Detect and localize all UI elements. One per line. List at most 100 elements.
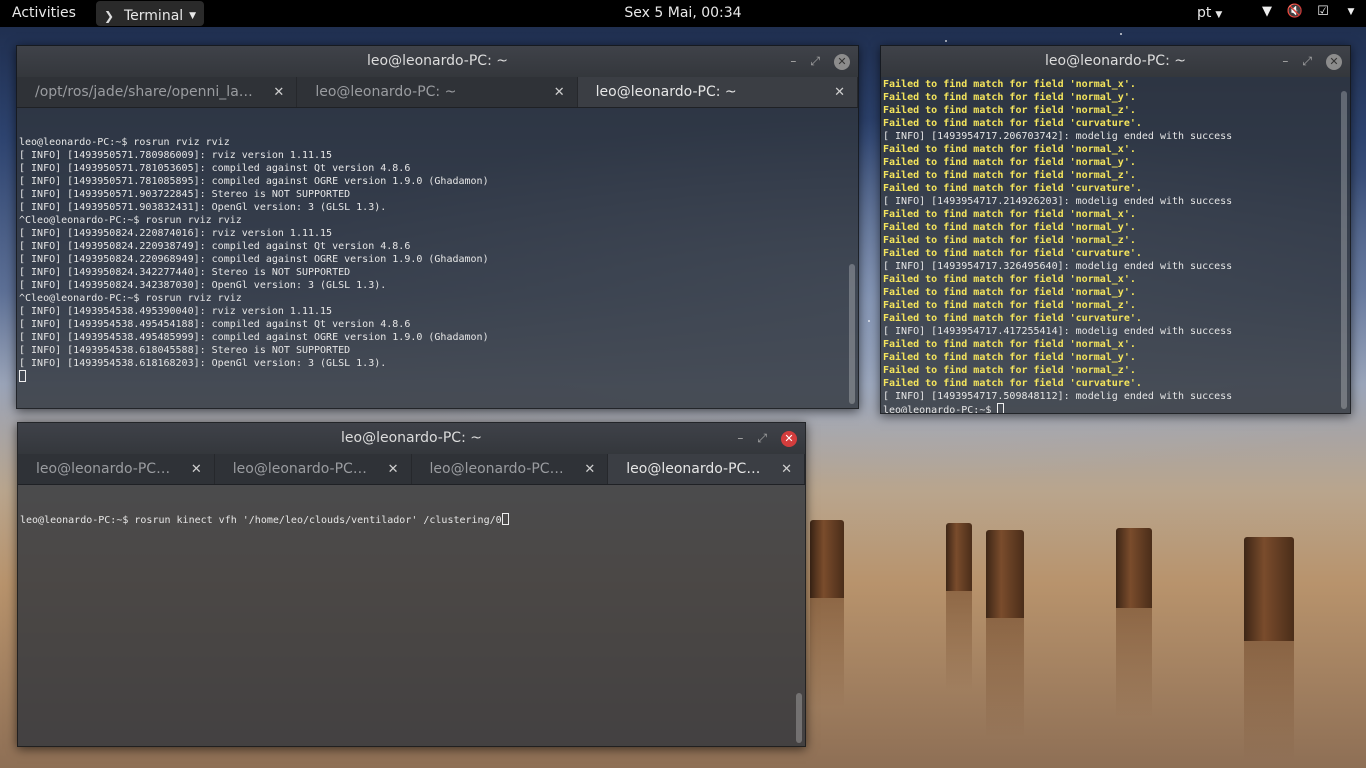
pier-reflection bbox=[1244, 641, 1294, 761]
terminal-line: ^Cleo@leonardo-PC:~$ rosrun rviz rviz bbox=[19, 293, 242, 304]
clipboard-check-icon: ☑ bbox=[1317, 4, 1329, 19]
terminal-line: [ INFO] [1493950824.342277440]: Stereo i… bbox=[19, 267, 351, 278]
tab-terminal-2[interactable]: leo@leonardo-PC: ~ ✕ bbox=[215, 454, 412, 484]
scrollbar[interactable] bbox=[849, 264, 855, 404]
terminal-output[interactable]: leo@leonardo-PC:~$ rosrun kinect vfh '/h… bbox=[18, 485, 805, 745]
terminal-line: [ INFO] [1493954717.417255414]: modelig … bbox=[883, 326, 1233, 337]
terminal-line: Failed to find match for field 'normal_z… bbox=[883, 170, 1136, 181]
scrollbar[interactable] bbox=[796, 693, 802, 743]
tab-label: leo@leonardo-PC: ~ bbox=[626, 461, 764, 477]
minimize-button[interactable]: – bbox=[737, 423, 743, 454]
tab-label: leo@leonardo-PC: ~ bbox=[315, 84, 457, 100]
terminal-line: Failed to find match for field 'normal_y… bbox=[883, 157, 1136, 168]
minimize-button[interactable]: – bbox=[790, 46, 796, 77]
system-tray[interactable]: ▼ 🔇 ☑ ▼ bbox=[1258, 4, 1360, 20]
pier-post bbox=[1116, 528, 1152, 608]
close-tab-icon[interactable]: ✕ bbox=[388, 454, 399, 484]
window-titlebar[interactable]: leo@leonardo-PC: ~ – ⤢ ✕ bbox=[17, 46, 858, 77]
terminal-line: [ INFO] [1493950824.220938749]: compiled… bbox=[19, 241, 411, 252]
terminal-line: [ INFO] [1493950571.781053605]: compiled… bbox=[19, 163, 411, 174]
terminal-prompt-line: leo@leonardo-PC:~$ bbox=[883, 403, 1348, 413]
minimize-button[interactable]: – bbox=[1282, 46, 1288, 77]
terminal-line: Failed to find match for field 'normal_x… bbox=[883, 209, 1136, 220]
terminal-line: Failed to find match for field 'curvatur… bbox=[883, 183, 1142, 194]
tab-terminal-4[interactable]: leo@leonardo-PC: ~ ✕ bbox=[608, 454, 805, 484]
close-tab-icon[interactable]: ✕ bbox=[191, 454, 202, 484]
window-title: leo@leonardo-PC: ~ bbox=[367, 53, 508, 69]
language-menu[interactable]: pt ▼ bbox=[1197, 5, 1222, 21]
terminal-line: [ INFO] [1493950824.220874016]: rviz ver… bbox=[19, 228, 333, 239]
tab-label: leo@leonardo-PC: ~ bbox=[429, 461, 568, 477]
tab-terminal-1[interactable]: leo@leonardo-PC: ~ ✕ bbox=[18, 454, 215, 484]
chevron-down-icon: ▼ bbox=[1215, 10, 1223, 20]
maximize-button[interactable]: ⤢ bbox=[810, 46, 820, 77]
terminal-line: ^Cleo@leonardo-PC:~$ rosrun rviz rviz bbox=[19, 215, 242, 226]
terminal-window-kinect[interactable]: leo@leonardo-PC: ~ – ⤢ ✕ leo@leonardo-PC… bbox=[17, 422, 806, 747]
pier-post bbox=[810, 520, 844, 598]
star bbox=[868, 320, 870, 322]
pier-post bbox=[986, 530, 1024, 618]
tab-label: /opt/ros/jade/share/openni_launc… bbox=[35, 84, 257, 100]
close-tab-icon[interactable]: ✕ bbox=[781, 454, 792, 484]
window-titlebar[interactable]: leo@leonardo-PC: ~ – ⤢ ✕ bbox=[18, 423, 805, 454]
close-button[interactable]: ✕ bbox=[834, 53, 850, 70]
app-menu-label: Terminal bbox=[124, 7, 184, 24]
terminal-line: Failed to find match for field 'normal_y… bbox=[883, 92, 1136, 103]
terminal-line: [ INFO] [1493950824.220968949]: compiled… bbox=[19, 254, 489, 265]
app-menu-button[interactable]: ❯ Terminal ▼ bbox=[96, 1, 205, 26]
terminal-line: [ INFO] [1493954717.214926203]: modelig … bbox=[883, 196, 1233, 207]
pier-post bbox=[946, 523, 972, 591]
terminal-line: [ INFO] [1493954717.509848112]: modelig … bbox=[883, 391, 1233, 402]
window-titlebar[interactable]: leo@leonardo-PC: ~ – ⤢ ✕ bbox=[881, 46, 1350, 77]
terminal-line: [ INFO] [1493954717.206703742]: modelig … bbox=[883, 131, 1233, 142]
terminal-prompt: leo@leonardo-PC:~$ bbox=[883, 405, 998, 413]
terminal-output[interactable]: leo@leonardo-PC:~$ rosrun rviz rviz [ INF… bbox=[17, 108, 858, 408]
maximize-button[interactable]: ⤢ bbox=[1302, 46, 1312, 77]
top-bar: Activities ❯ Terminal ▼ Sex 5 Mai, 00:34… bbox=[0, 0, 1366, 27]
text-cursor bbox=[19, 370, 26, 382]
tab-terminal-3[interactable]: leo@leonardo-PC: ~ ✕ bbox=[412, 454, 609, 484]
terminal-output[interactable]: Failed to find match for field 'normal_x… bbox=[881, 77, 1350, 413]
activities-button[interactable]: Activities bbox=[12, 5, 76, 21]
close-tab-icon[interactable]: ✕ bbox=[273, 77, 284, 107]
chevron-down-icon: ▼ bbox=[189, 10, 197, 21]
close-tab-icon[interactable]: ✕ bbox=[834, 77, 845, 107]
tab-bar: /opt/ros/jade/share/openni_launc… ✕ leo@l… bbox=[17, 77, 858, 108]
terminal-line: Failed to find match for field 'normal_z… bbox=[883, 235, 1136, 246]
maximize-button[interactable]: ⤢ bbox=[757, 423, 767, 454]
terminal-line: [ INFO] [1493954538.495485999]: compiled… bbox=[19, 332, 489, 343]
tab-label: leo@leonardo-PC: ~ bbox=[36, 461, 174, 477]
terminal-line: Failed to find match for field 'curvatur… bbox=[883, 248, 1142, 259]
terminal-line: Failed to find match for field 'normal_x… bbox=[883, 274, 1136, 285]
terminal-line: [ INFO] [1493954538.495390040]: rviz ver… bbox=[19, 306, 333, 317]
star bbox=[945, 40, 947, 42]
terminal-line: Failed to find match for field 'normal_z… bbox=[883, 365, 1136, 376]
terminal-line: [ INFO] [1493954538.495454188]: compiled… bbox=[19, 319, 411, 330]
chevron-down-icon: ▼ bbox=[1347, 7, 1355, 17]
terminal-line: [ INFO] [1493954538.618168203]: OpenGl v… bbox=[19, 358, 387, 369]
terminal-line: [ INFO] [1493954538.618045588]: Stereo i… bbox=[19, 345, 351, 356]
tab-terminal-3[interactable]: leo@leonardo-PC: ~ ✕ bbox=[577, 77, 858, 107]
terminal-window-modeling[interactable]: leo@leonardo-PC: ~ – ⤢ ✕ Failed to find … bbox=[880, 45, 1351, 414]
terminal-command-line: leo@leonardo-PC:~$ rosrun kinect vfh '/h… bbox=[20, 515, 502, 526]
close-button[interactable]: ✕ bbox=[781, 430, 797, 447]
close-tab-icon[interactable]: ✕ bbox=[584, 454, 595, 484]
terminal-line: [ INFO] [1493950571.780986009]: rviz ver… bbox=[19, 150, 333, 161]
terminal-line: Failed to find match for field 'normal_y… bbox=[883, 222, 1136, 233]
volume-muted-icon: 🔇 bbox=[1286, 4, 1304, 19]
scrollbar[interactable] bbox=[1341, 91, 1347, 409]
close-button[interactable]: ✕ bbox=[1326, 53, 1342, 70]
pier-reflection bbox=[1116, 608, 1152, 718]
network-wifi-icon: ▼ bbox=[1262, 4, 1272, 19]
tab-terminal-2[interactable]: leo@leonardo-PC: ~ ✕ bbox=[297, 77, 578, 107]
pier-reflection bbox=[810, 598, 844, 708]
terminal-line: Failed to find match for field 'curvatur… bbox=[883, 313, 1142, 324]
clock[interactable]: Sex 5 Mai, 00:34 bbox=[624, 5, 741, 21]
star bbox=[1120, 33, 1122, 35]
close-tab-icon[interactable]: ✕ bbox=[554, 77, 565, 107]
terminal-line: [ INFO] [1493954717.326495640]: modelig … bbox=[883, 261, 1233, 272]
language-label: pt bbox=[1197, 5, 1212, 21]
terminal-line: Failed to find match for field 'normal_x… bbox=[883, 339, 1136, 350]
tab-openni[interactable]: /opt/ros/jade/share/openni_launc… ✕ bbox=[17, 77, 298, 107]
terminal-window-rviz[interactable]: leo@leonardo-PC: ~ – ⤢ ✕ /opt/ros/jade/s… bbox=[16, 45, 859, 409]
